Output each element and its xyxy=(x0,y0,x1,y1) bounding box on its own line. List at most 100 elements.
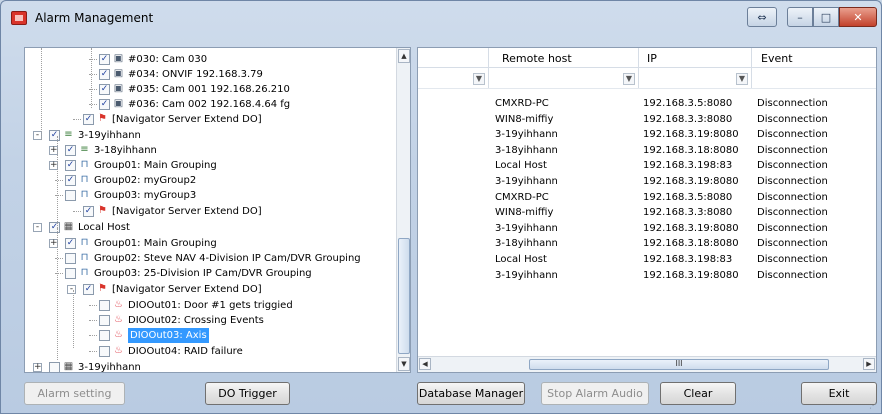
table-row[interactable]: 3-19yihhann 192.168.3.19:8080 Disconnectio… xyxy=(418,268,876,283)
table-row[interactable]: 3-18yihhann 192.168.3.18:8080 Disconnectio… xyxy=(418,143,876,158)
tree-node-label[interactable]: [Navigator Server Extend DO] xyxy=(112,282,262,297)
tree-node[interactable]: ✓ ▣ #036: Cam 002 192.168.4.64 fg xyxy=(25,97,410,112)
stop-alarm-audio-button[interactable]: Stop Alarm Audio xyxy=(541,382,649,405)
tree-node[interactable]: + ▦ 3-19yihhann xyxy=(25,360,410,372)
table-row[interactable]: Local Host 192.168.3.198:83 Disconnection xyxy=(418,158,876,173)
node-checkbox[interactable]: ✓ xyxy=(65,145,76,156)
node-checkbox[interactable]: ✓ xyxy=(83,284,94,295)
filter-icon[interactable]: ▼ xyxy=(736,73,748,85)
tree-node[interactable]: - ✓ ▦ Local Host xyxy=(25,220,410,235)
scroll-right-icon[interactable]: ▶ xyxy=(863,358,875,370)
tree-node[interactable]: ♨ DIOOut03: Axis xyxy=(25,328,410,343)
tree-node-label[interactable]: DIOOut03: Axis xyxy=(128,328,209,343)
collapse-icon[interactable]: - xyxy=(33,223,42,232)
tree-vertical-scrollbar[interactable]: ▲ ▼ xyxy=(396,48,410,372)
horizontal-scroll-thumb[interactable]: III xyxy=(529,359,829,370)
collapse-icon[interactable]: - xyxy=(67,285,76,294)
tree-node-label[interactable]: Local Host xyxy=(78,220,130,235)
node-checkbox[interactable] xyxy=(99,346,110,357)
tree-node-label[interactable]: Group03: 25-Division IP Cam/DVR Grouping xyxy=(94,266,312,281)
node-checkbox[interactable] xyxy=(49,362,60,372)
tree-node[interactable]: ✓ ⚑ [Navigator Server Extend DO] xyxy=(25,112,410,127)
table-row[interactable]: CMXRD-PC 192.168.3.5:8080 Disconnection xyxy=(418,190,876,205)
tree-node[interactable]: + ✓ ⊓ Group01: Main Grouping xyxy=(25,158,410,173)
scroll-thumb[interactable] xyxy=(398,238,410,354)
node-checkbox[interactable]: ✓ xyxy=(83,114,94,125)
tree-node[interactable]: ⊓ Group03: myGroup3 xyxy=(25,188,410,203)
tree-node[interactable]: ✓ ▣ #035: Cam 001 192.168.26.210 xyxy=(25,82,410,97)
column-header-event[interactable]: Event xyxy=(761,52,793,65)
node-checkbox[interactable]: ✓ xyxy=(99,84,110,95)
tree-node-label[interactable]: Group02: Steve NAV 4-Division IP Cam/DVR… xyxy=(94,251,361,266)
filter-icon[interactable]: ▼ xyxy=(623,73,635,85)
column-header-ip[interactable]: IP xyxy=(647,52,657,65)
tree-node-label[interactable]: 3-18yihhann xyxy=(94,143,157,158)
tree-node-label[interactable]: #035: Cam 001 192.168.26.210 xyxy=(128,82,290,97)
tree-node-label[interactable]: #036: Cam 002 192.168.4.64 fg xyxy=(128,97,290,112)
node-checkbox[interactable]: ✓ xyxy=(99,69,110,80)
node-checkbox[interactable]: ✓ xyxy=(99,54,110,65)
tree-node-label[interactable]: #034: ONVIF 192.168.3.79 xyxy=(128,67,263,82)
node-checkbox[interactable] xyxy=(65,253,76,264)
tree-node[interactable]: + ✓ ⊓ Group01: Main Grouping xyxy=(25,236,410,251)
table-row[interactable]: 3-19yihhann 192.168.3.19:8080 Disconnectio… xyxy=(418,174,876,189)
tree-node-label[interactable]: 3-19yihhann xyxy=(78,360,141,372)
device-tree[interactable]: ✓ ▣ #030: Cam 030 ✓ ▣ #034: ONVIF 192.168.3.7… xyxy=(24,47,411,373)
tree-node[interactable]: ♨ DIOOut02: Crossing Events xyxy=(25,313,410,328)
table-row[interactable]: CMXRD-PC 192.168.3.5:8080 Disconnection xyxy=(418,96,876,111)
scroll-up-icon[interactable]: ▲ xyxy=(398,49,410,63)
node-checkbox[interactable]: ✓ xyxy=(65,160,76,171)
filter-icon[interactable]: ▼ xyxy=(473,73,485,85)
tree-node[interactable]: + ✓ ≡ 3-18yihhann xyxy=(25,143,410,158)
tree-node-label[interactable]: [Navigator Server Extend DO] xyxy=(112,112,262,127)
table-row[interactable]: 3-19yihhann 192.168.3.19:8080 Disconnectio… xyxy=(418,221,876,236)
clear-button[interactable]: Clear xyxy=(660,382,736,405)
alarm-event-grid[interactable]: Remote host IP Event ▼ ▼ ▼ CMXRD-PC 192.1… xyxy=(417,47,877,373)
maximize-button[interactable]: □ xyxy=(813,7,839,27)
tree-node-label[interactable]: Group03: myGroup3 xyxy=(94,188,196,203)
table-row[interactable]: WIN8-miffiy 192.168.3.3:8080 Disconnection xyxy=(418,205,876,220)
node-checkbox[interactable] xyxy=(99,330,110,341)
tree-node[interactable]: ✓ ▣ #034: ONVIF 192.168.3.79 xyxy=(25,67,410,82)
node-checkbox[interactable] xyxy=(99,315,110,326)
restore-window-icon[interactable]: ⇔ xyxy=(747,7,777,27)
exit-button[interactable]: Exit xyxy=(801,382,877,405)
minimize-button[interactable]: – xyxy=(787,7,813,27)
tree-node-label[interactable]: [Navigator Server Extend DO] xyxy=(112,204,262,219)
alarm-setting-button[interactable]: Alarm setting xyxy=(24,382,125,405)
node-checkbox[interactable] xyxy=(99,300,110,311)
table-row[interactable]: 3-19yihhann 192.168.3.19:8080 Disconnectio… xyxy=(418,127,876,142)
database-manager-button[interactable]: Database Manager xyxy=(417,382,525,405)
tree-node-label[interactable]: 3-19yihhann xyxy=(78,128,141,143)
node-checkbox[interactable] xyxy=(65,190,76,201)
do-trigger-button[interactable]: DO Trigger xyxy=(205,382,290,405)
tree-node[interactable]: - ✓ ⚑ [Navigator Server Extend DO] xyxy=(25,282,410,297)
node-checkbox[interactable]: ✓ xyxy=(99,99,110,110)
tree-node-label[interactable]: DIOOut02: Crossing Events xyxy=(128,313,264,328)
tree-node[interactable]: ⊓ Group02: Steve NAV 4-Division IP Cam/DV… xyxy=(25,251,410,266)
tree-node-label[interactable]: Group02: myGroup2 xyxy=(94,173,196,188)
column-header-remote-host[interactable]: Remote host xyxy=(502,52,572,65)
table-row[interactable]: Local Host 192.168.3.198:83 Disconnection xyxy=(418,252,876,267)
tree-node[interactable]: ⊓ Group03: 25-Division IP Cam/DVR Groupin… xyxy=(25,266,410,281)
tree-node[interactable]: ♨ DIOOut04: RAID failure xyxy=(25,344,410,359)
scroll-down-icon[interactable]: ▼ xyxy=(398,357,410,371)
title-bar[interactable]: Alarm Management ⇔ – □ ✕ xyxy=(1,1,881,37)
table-row[interactable]: 3-18yihhann 192.168.3.18:8080 Disconnectio… xyxy=(418,236,876,251)
tree-node-label[interactable]: DIOOut01: Door #1 gets triggied xyxy=(128,298,293,313)
resize-grip-icon[interactable]: ⋰ xyxy=(869,401,879,411)
node-checkbox[interactable]: ✓ xyxy=(49,130,60,141)
table-row[interactable]: WIN8-miffiy 192.168.3.3:8080 Disconnection xyxy=(418,112,876,127)
node-checkbox[interactable] xyxy=(65,268,76,279)
tree-node-label[interactable]: Group01: Main Grouping xyxy=(94,236,217,251)
tree-node-label[interactable]: DIOOut04: RAID failure xyxy=(128,344,243,359)
tree-node[interactable]: ✓ ⊓ Group02: myGroup2 xyxy=(25,173,410,188)
expand-icon[interactable]: + xyxy=(33,363,42,372)
grid-horizontal-scrollbar[interactable]: ◀ III ▶ xyxy=(418,356,876,372)
tree-node-label[interactable]: #030: Cam 030 xyxy=(128,52,207,67)
node-checkbox[interactable]: ✓ xyxy=(83,206,94,217)
tree-node-label[interactable]: Group01: Main Grouping xyxy=(94,158,217,173)
node-checkbox[interactable]: ✓ xyxy=(65,175,76,186)
tree-node[interactable]: ✓ ▣ #030: Cam 030 xyxy=(25,52,410,67)
node-checkbox[interactable]: ✓ xyxy=(49,222,60,233)
